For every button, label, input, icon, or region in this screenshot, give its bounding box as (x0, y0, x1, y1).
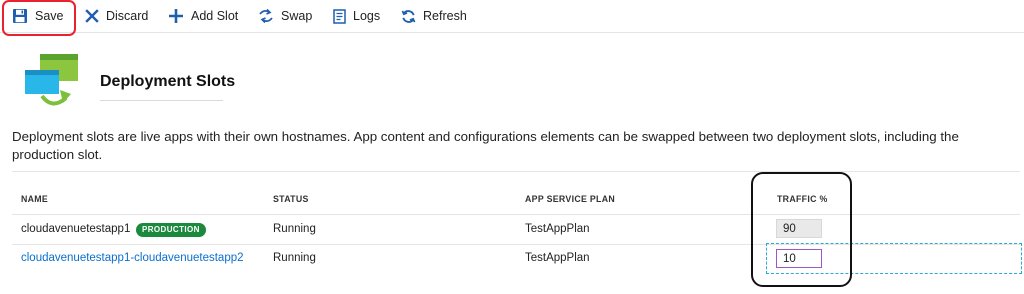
traffic-annotation-box (751, 172, 852, 287)
swap-icon (259, 8, 273, 24)
save-annotation-box (2, 0, 76, 36)
column-header-status: STATUS (273, 194, 309, 204)
logs-button[interactable]: Logs (333, 4, 380, 28)
discard-label: Discard (106, 9, 149, 23)
page-title: Deployment Slots (100, 73, 236, 90)
logs-label: Logs (353, 9, 381, 23)
slot-status: Running (273, 223, 316, 235)
column-header-name: NAME (21, 194, 49, 204)
add-slot-label: Add Slot (191, 9, 239, 23)
swap-label: Swap (281, 9, 313, 23)
title-divider (100, 100, 223, 101)
refresh-button[interactable]: Refresh (401, 4, 467, 28)
document-icon (333, 8, 346, 24)
swap-button[interactable]: Swap (258, 4, 312, 28)
description-text: Deployment slots are live apps with thei… (12, 129, 959, 162)
table-divider-top (12, 171, 1020, 172)
slot-name-production[interactable]: cloudavenuetestapp1 (21, 223, 130, 235)
deployment-slots-icon (25, 54, 78, 106)
header-row-divider (12, 214, 1020, 215)
refresh-label: Refresh (423, 9, 467, 23)
add-slot-button[interactable]: Add Slot (168, 4, 238, 28)
plus-icon (169, 9, 183, 23)
slot-app-service-plan: TestAppPlan (525, 223, 590, 235)
slot-status: Running (273, 252, 316, 264)
refresh-icon (401, 9, 416, 23)
column-header-app-service-plan: APP SERVICE PLAN (525, 194, 616, 204)
command-bar: Save Discard Add Slot Swap Logs Refresh (0, 0, 1024, 33)
close-icon (85, 9, 99, 23)
slot-name-link[interactable]: cloudavenuetestapp1-cloudavenuetestapp2 (21, 252, 244, 264)
production-badge: PRODUCTION (136, 223, 206, 237)
slot-app-service-plan: TestAppPlan (525, 252, 590, 264)
discard-button[interactable]: Discard (85, 4, 148, 28)
